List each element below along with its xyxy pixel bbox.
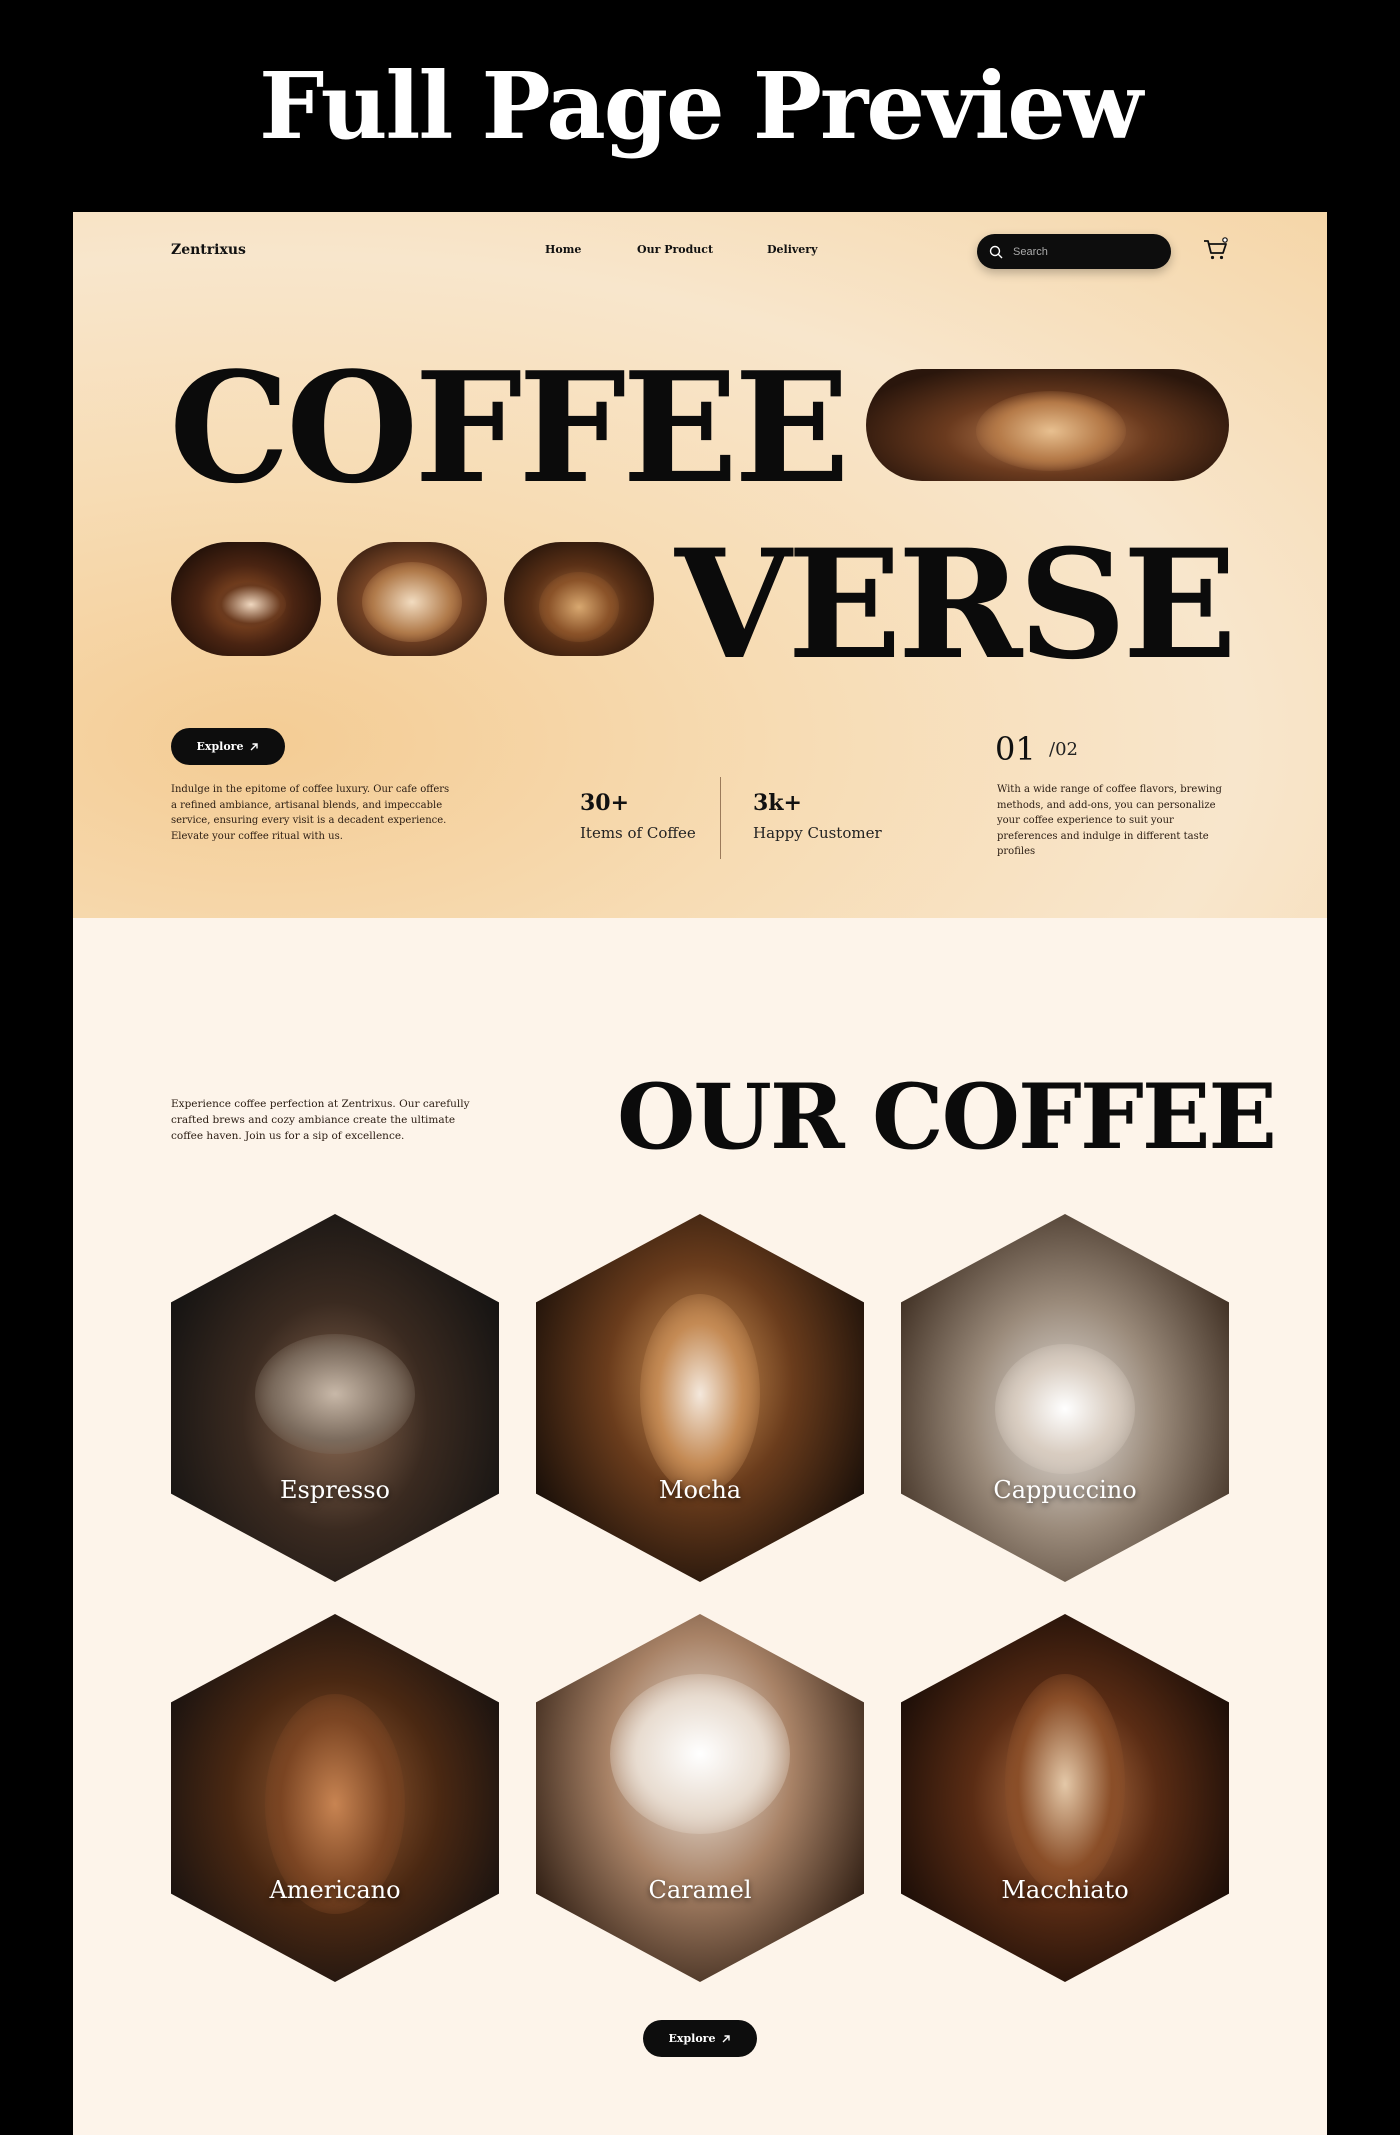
product-label: Caramel	[648, 1876, 752, 1904]
cart-icon[interactable]	[1202, 236, 1230, 264]
search-icon	[989, 245, 1003, 258]
stat-customers-value: 3k+	[753, 790, 802, 816]
nav-link-home[interactable]: Home	[545, 243, 581, 256]
stat-items-value: 30+	[580, 790, 630, 816]
product-card-cappuccino[interactable]: Cappuccino	[901, 1214, 1229, 1582]
product-card-macchiato[interactable]: Macchiato	[901, 1614, 1229, 1982]
hero-word-verse: VERSE	[675, 517, 1237, 693]
product-card-espresso[interactable]: Espresso	[171, 1214, 499, 1582]
product-label: Americano	[269, 1876, 401, 1904]
our-coffee-title: OUR COFFEE	[617, 1064, 1277, 1170]
preview-banner: Full Page Preview	[0, 0, 1400, 212]
hero-intro-text: Indulge in the epitome of coffee luxury.…	[171, 784, 450, 842]
slide-current: 01	[995, 730, 1036, 768]
hero-description: With a wide range of coffee flavors, bre…	[997, 784, 1222, 857]
hero-section: Zentrixus Home Our Product Delivery COFF…	[73, 212, 1327, 918]
hero-image-latte	[866, 369, 1229, 481]
hero-image-iced-coffees	[337, 542, 487, 656]
brand-logo[interactable]: Zentrixus	[171, 242, 246, 258]
page-frame: Zentrixus Home Our Product Delivery COFF…	[73, 212, 1327, 2135]
stat-customers-label: Happy Customer	[753, 824, 882, 842]
our-coffee-explore-label: Explore	[668, 2032, 716, 2045]
search-input[interactable]	[1013, 245, 1143, 258]
hero-word-coffee: COFFEE	[169, 338, 850, 517]
hero-image-caramel-cup	[504, 542, 654, 656]
product-card-caramel[interactable]: Caramel	[536, 1614, 864, 1982]
search-bar[interactable]	[977, 234, 1171, 269]
stats-divider	[720, 777, 721, 859]
slide-total: /02	[1049, 739, 1078, 760]
product-card-mocha[interactable]: Mocha	[536, 1214, 864, 1582]
product-card-americano[interactable]: Americano	[171, 1614, 499, 1982]
hero-explore-label: Explore	[196, 740, 244, 753]
nav-link-our-product[interactable]: Our Product	[637, 243, 713, 256]
banner-title: Full Page Preview	[258, 52, 1143, 160]
product-label: Macchiato	[1001, 1876, 1129, 1904]
product-label: Cappuccino	[993, 1476, 1137, 1504]
hero-explore-button[interactable]: Explore	[171, 728, 285, 765]
arrow-up-right-icon	[250, 742, 259, 750]
our-coffee-intro: Experience coffee perfection at Zentrixu…	[171, 1098, 470, 1142]
stat-items-label: Items of Coffee	[580, 824, 696, 842]
our-coffee-explore-button[interactable]: Explore	[643, 2020, 757, 2057]
product-label: Mocha	[658, 1476, 742, 1504]
product-label: Espresso	[280, 1476, 390, 1504]
nav-link-delivery[interactable]: Delivery	[767, 243, 817, 256]
hero-image-espresso-splash	[171, 542, 321, 656]
arrow-up-right-icon	[722, 2034, 731, 2042]
